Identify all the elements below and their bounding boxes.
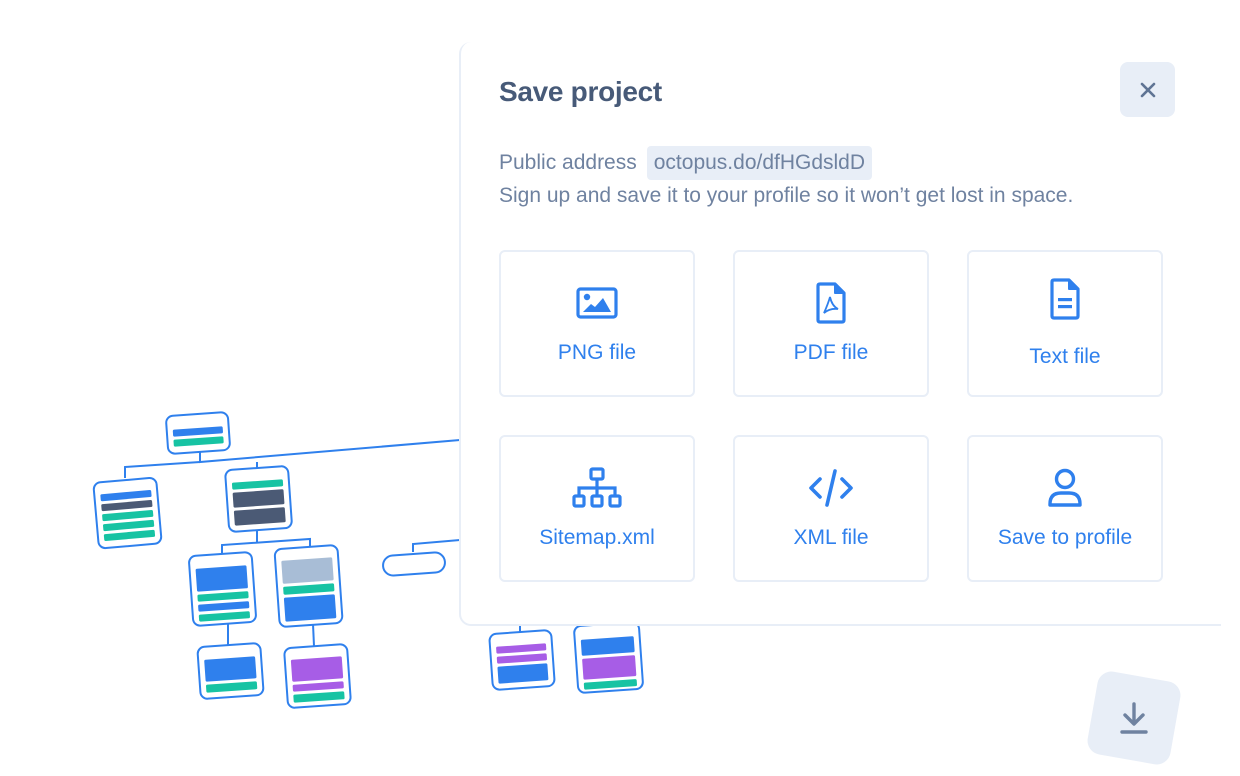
pdf-file-icon bbox=[816, 281, 846, 324]
download-button[interactable] bbox=[1085, 669, 1183, 767]
public-address-link[interactable]: octopus.do/dfHGdsldD bbox=[646, 146, 873, 180]
diagram-node-root bbox=[165, 411, 231, 455]
export-png-label: PNG file bbox=[557, 340, 637, 364]
image-icon bbox=[576, 286, 618, 319]
download-icon bbox=[1120, 702, 1148, 734]
public-address-row: Public address octopus.do/dfHGdsldD bbox=[499, 146, 873, 180]
user-icon bbox=[1048, 468, 1082, 507]
dialog-title: Save project bbox=[499, 76, 662, 107]
diagram-node bbox=[573, 621, 644, 694]
public-address-label: Public address bbox=[499, 151, 637, 174]
export-pdf-label: PDF file bbox=[793, 340, 869, 364]
connector bbox=[124, 461, 201, 478]
diagram-node bbox=[188, 551, 257, 627]
export-options-grid: PNG file PDF file Text file Sitemap.xml … bbox=[499, 250, 1163, 582]
connector bbox=[199, 439, 461, 464]
save-project-dialog: Save project Public address octopus.do/d… bbox=[459, 42, 1221, 626]
export-pdf-button[interactable]: PDF file bbox=[733, 250, 929, 397]
export-sitemap-button[interactable]: Sitemap.xml bbox=[499, 435, 695, 582]
close-icon bbox=[1140, 82, 1155, 97]
export-xml-label: XML file bbox=[793, 525, 869, 549]
diagram-node bbox=[196, 642, 265, 700]
code-icon bbox=[809, 468, 853, 507]
export-text-label: Text file bbox=[1029, 344, 1101, 368]
save-to-profile-button[interactable]: Save to profile bbox=[967, 435, 1163, 582]
diagram-node bbox=[273, 544, 344, 628]
text-file-icon bbox=[1050, 277, 1080, 320]
close-button[interactable] bbox=[1120, 62, 1175, 117]
export-xml-button[interactable]: XML file bbox=[733, 435, 929, 582]
connector bbox=[412, 539, 461, 552]
connector bbox=[312, 623, 315, 647]
save-to-profile-label: Save to profile bbox=[997, 525, 1133, 549]
diagram-node-collapsed bbox=[382, 551, 446, 577]
export-sitemap-label: Sitemap.xml bbox=[539, 525, 655, 549]
diagram-node bbox=[92, 477, 163, 550]
export-png-button[interactable]: PNG file bbox=[499, 250, 695, 397]
diagram-node bbox=[283, 643, 352, 709]
sitemap-icon bbox=[572, 466, 622, 508]
export-text-button[interactable]: Text file bbox=[967, 250, 1163, 397]
diagram-node bbox=[488, 629, 556, 691]
save-hint-text: Sign up and save it to your profile so i… bbox=[499, 184, 1074, 207]
diagram-node bbox=[224, 465, 293, 533]
